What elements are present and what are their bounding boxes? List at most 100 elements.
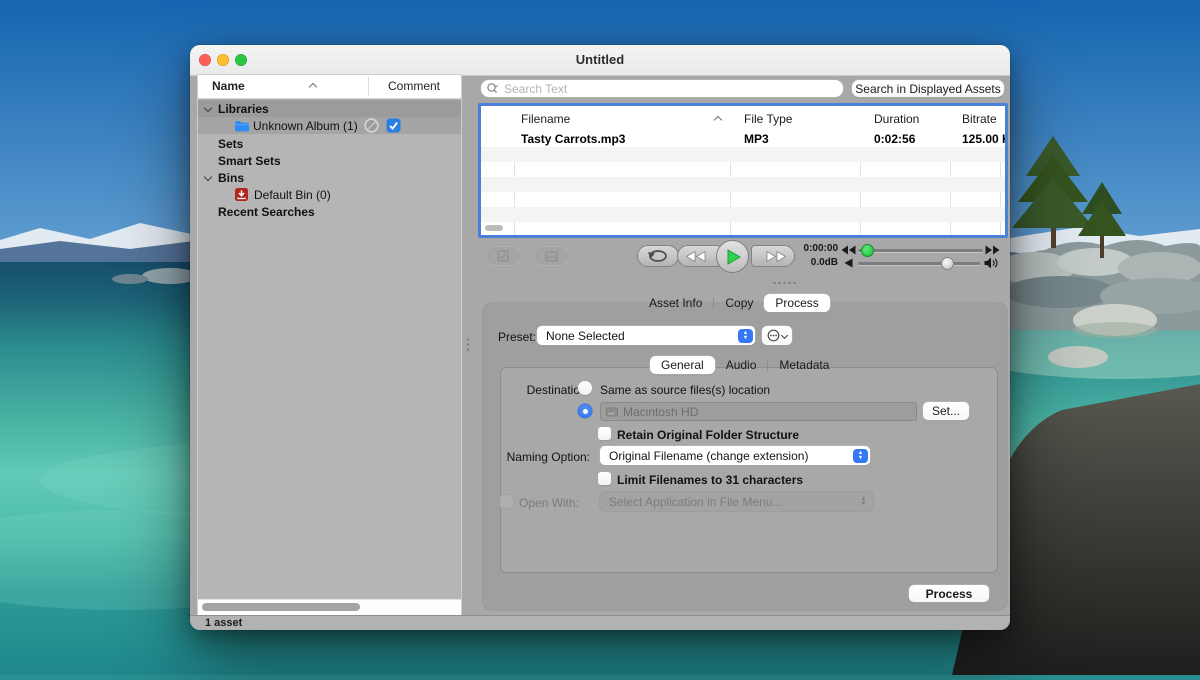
- general-groupbox: [500, 367, 998, 573]
- checkmark-box-icon: [497, 250, 509, 262]
- sidebar-item-recent-searches[interactable]: Recent Searches: [198, 203, 461, 220]
- cell-filetype: MP3: [744, 132, 854, 146]
- status-circle-icon[interactable]: [364, 118, 379, 133]
- tab-general[interactable]: General: [650, 356, 715, 374]
- name-column-header[interactable]: Name: [212, 79, 245, 93]
- bitrate-column-header[interactable]: Bitrate: [962, 112, 997, 126]
- volume-slider-knob[interactable]: [941, 257, 954, 270]
- table-scrollbar-thumb[interactable]: [485, 225, 503, 231]
- sidebar-item-sets[interactable]: Sets: [198, 135, 461, 152]
- vertical-splitter-handle[interactable]: [466, 337, 470, 353]
- same-location-option-label[interactable]: Same as source files(s) location: [600, 383, 770, 397]
- limit-filenames-label[interactable]: Limit Filenames to 31 characters: [617, 473, 803, 487]
- position-slider-knob[interactable]: [861, 244, 874, 257]
- table-header-row: Filename File Type Duration Bitrate: [481, 106, 1005, 132]
- volume-slider-track[interactable]: [858, 262, 980, 265]
- preset-value: None Selected: [546, 329, 625, 343]
- popup-stepper-icon: ▲▼: [856, 495, 871, 509]
- search-input[interactable]: [502, 81, 843, 97]
- filetype-column-header[interactable]: File Type: [744, 112, 792, 126]
- tab-asset-info[interactable]: Asset Info: [638, 294, 713, 312]
- gain-label: 0.0dB: [778, 257, 838, 268]
- tab-metadata[interactable]: Metadata: [768, 356, 840, 374]
- horizontal-splitter-handle[interactable]: [772, 281, 798, 285]
- sidebar-item-libraries[interactable]: Libraries: [198, 100, 461, 117]
- playback-time-label: 0:00:00: [778, 243, 838, 254]
- tab-audio[interactable]: Audio: [715, 356, 768, 374]
- retain-folder-structure-label[interactable]: Retain Original Folder Structure: [617, 428, 799, 442]
- image-icon: [545, 251, 558, 262]
- play-button[interactable]: [716, 240, 749, 273]
- open-with-popup: Select Application in File Menu... ▲▼: [600, 492, 873, 511]
- asset-table: Filename File Type Duration Bitrate Tast…: [478, 103, 1008, 238]
- sort-ascending-icon: [714, 116, 722, 124]
- circle-ellipsis-icon: [767, 329, 780, 342]
- play-icon: [727, 249, 741, 265]
- empty-row[interactable]: [481, 147, 1005, 162]
- disclosure-chevron-icon[interactable]: [204, 103, 212, 111]
- sidebar-item-label: Smart Sets: [218, 154, 281, 168]
- title-bar[interactable]: Untitled: [190, 45, 1010, 76]
- volume-down-icon[interactable]: [844, 258, 853, 268]
- search-icon: [486, 82, 502, 95]
- column-divider[interactable]: [368, 77, 369, 96]
- sidebar-item-default-bin[interactable]: Default Bin (0): [198, 186, 461, 203]
- tab-process[interactable]: Process: [764, 294, 829, 312]
- cell-duration: 0:02:56: [874, 132, 944, 146]
- empty-row[interactable]: [481, 207, 1005, 222]
- cell-filename: Tasty Carrots.mp3: [521, 132, 721, 146]
- disclosure-chevron-icon[interactable]: [204, 172, 212, 180]
- duration-column-header[interactable]: Duration: [874, 112, 919, 126]
- rewind-icon: [686, 251, 706, 262]
- sub-tab-bar: General Audio Metadata: [650, 356, 840, 374]
- rewind-button[interactable]: [677, 245, 721, 267]
- open-with-checkbox: [500, 495, 513, 508]
- destination-path-value: Macintosh HD: [623, 405, 698, 419]
- skip-back-icon[interactable]: [841, 245, 856, 255]
- main-tab-bar: Asset Info Copy Process: [638, 294, 830, 312]
- sidebar-item-label: Bins: [218, 171, 244, 185]
- sidebar-item-label: Libraries: [218, 102, 269, 116]
- sidebar-item-bins[interactable]: Bins: [198, 169, 461, 186]
- position-slider-track[interactable]: [858, 249, 983, 252]
- export-image-button: [533, 246, 569, 266]
- app-window: Untitled Name Comment Libraries Unknown …: [190, 45, 1010, 630]
- sidebar-item-smart-sets[interactable]: Smart Sets: [198, 152, 461, 169]
- sidebar-horizontal-scrollbar[interactable]: [198, 599, 461, 615]
- sidebar-item-label: Unknown Album (1): [253, 119, 358, 133]
- enabled-checkbox-checked[interactable]: [386, 118, 401, 133]
- sidebar-item-label: Default Bin (0): [254, 188, 331, 202]
- preset-action-button[interactable]: [762, 326, 792, 345]
- chevron-down-icon: [781, 332, 788, 339]
- filename-column-header[interactable]: Filename: [521, 112, 570, 126]
- table-row[interactable]: Tasty Carrots.mp3 MP3 0:02:56 125.00 K: [481, 131, 1005, 147]
- window-title: Untitled: [190, 52, 1010, 67]
- popup-stepper-icon: ▲▼: [853, 449, 868, 463]
- destination-path-field[interactable]: Macintosh HD: [600, 402, 917, 421]
- tab-copy[interactable]: Copy: [714, 294, 764, 312]
- sidebar-item-unknown-album[interactable]: Unknown Album (1): [198, 117, 461, 134]
- set-destination-button[interactable]: Set...: [923, 402, 969, 420]
- retain-folder-structure-checkbox[interactable]: [598, 427, 611, 440]
- radio-custom-destination[interactable]: [578, 404, 592, 418]
- skip-forward-icon[interactable]: [985, 245, 1000, 255]
- naming-option-value: Original Filename (change extension): [609, 449, 808, 463]
- open-with-label: Open With:: [519, 496, 579, 510]
- folder-icon: [234, 120, 249, 132]
- asset-count-label: 1 asset: [205, 617, 242, 629]
- naming-option-label: Naming Option:: [503, 450, 590, 464]
- open-with-value: Select Application in File Menu...: [609, 495, 782, 509]
- scrollbar-thumb[interactable]: [202, 603, 360, 611]
- comment-column-header[interactable]: Comment: [388, 79, 440, 93]
- naming-option-popup[interactable]: Original Filename (change extension) ▲▼: [600, 446, 870, 465]
- process-button[interactable]: Process: [909, 585, 989, 602]
- radio-same-location[interactable]: [578, 381, 592, 395]
- search-displayed-assets-button[interactable]: Search in Displayed Assets: [852, 80, 1004, 97]
- volume-up-speaker-icon[interactable]: [984, 257, 1000, 269]
- preset-popup[interactable]: None Selected ▲▼: [537, 326, 755, 345]
- popup-stepper-icon: ▲▼: [738, 329, 753, 343]
- limit-filenames-checkbox[interactable]: [598, 472, 611, 485]
- empty-row[interactable]: [481, 177, 1005, 192]
- loop-button[interactable]: [637, 245, 679, 267]
- search-field[interactable]: [481, 80, 843, 97]
